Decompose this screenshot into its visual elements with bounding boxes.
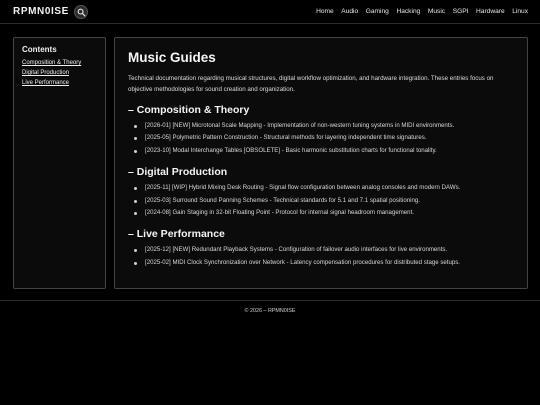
bullet-icon [134, 149, 137, 153]
nav-link-gaming[interactable]: Gaming [366, 7, 389, 17]
section-title-composition-theory: – Composition & Theory [128, 104, 250, 116]
search-icon[interactable] [73, 5, 88, 19]
bullet-icon [134, 137, 137, 141]
bullet-icon [134, 212, 137, 216]
sidebar-heading: Contents [22, 45, 57, 54]
entry-text: [2023-10] Modal Interchange Tables [OBSO… [145, 146, 437, 154]
list-item[interactable]: [2023-10] Modal Interchange Tables [OBSO… [128, 145, 514, 157]
entry-text: [2025-03] Surround Sound Panning Schemes… [145, 196, 420, 204]
nav-link-music[interactable]: Music [428, 7, 445, 17]
list-item[interactable]: [2025-05] Polymetric Pattern Constructio… [128, 132, 514, 144]
main-content: Music Guides Technical documentation reg… [114, 37, 528, 289]
entry-text: [2025-12] [NEW] Redundant Playback Syste… [145, 246, 448, 254]
bullet-icon [134, 199, 137, 203]
list-item[interactable]: [2025-03] Surround Sound Panning Schemes… [128, 195, 514, 207]
main-nav: Home Audio Gaming Hacking Music SGPI Har… [309, 7, 528, 17]
list-item[interactable]: [2025-11] [WIP] Hybrid Mixing Desk Routi… [128, 182, 514, 194]
list-item[interactable]: [2024-08] Gain Staging in 32-bit Floatin… [128, 207, 514, 219]
entry-text: [2025-02] MIDI Clock Synchronization ove… [145, 258, 461, 266]
nav-link-audio[interactable]: Audio [341, 7, 358, 17]
intro-paragraph: Technical documentation regarding musica… [128, 75, 494, 93]
section-title-digital-production: – Digital Production [128, 166, 228, 179]
contents-sidebar: Contents Composition & Theory Digital Pr… [13, 37, 106, 289]
bullet-icon [134, 261, 137, 265]
sidebar-link-digital-production[interactable]: Digital Production [22, 68, 97, 78]
footer-divider [0, 300, 540, 301]
bullet-icon [134, 125, 137, 128]
entry-text: [2024-08] Gain Staging in 32-bit Floatin… [145, 209, 414, 217]
nav-link-sgpi[interactable]: SGPI [453, 7, 469, 17]
list-item[interactable]: [2026-01] [NEW] Microtonal Scale Mapping… [128, 120, 514, 132]
sidebar-link-composition-theory[interactable]: Composition & Theory [22, 58, 97, 68]
nav-link-hardware[interactable]: Hardware [476, 7, 505, 17]
footer-copyright: © 2026 – RPMN0ISE [244, 308, 296, 314]
list-item[interactable]: [2025-12] [NEW] Redundant Playback Syste… [128, 244, 514, 256]
nav-link-linux[interactable]: Linux [512, 7, 528, 17]
entry-text: [2026-01] [NEW] Microtonal Scale Mapping… [145, 122, 455, 129]
entry-text: [2025-05] Polymetric Pattern Constructio… [145, 134, 427, 142]
top-navigation-bar: RPMN0ISE Home Audio Gaming Hacking Music… [0, 0, 540, 24]
section-title-live-performance: – Live Performance [128, 228, 225, 241]
sidebar-link-live-performance[interactable]: Live Performance [22, 78, 97, 88]
bullet-icon [134, 249, 137, 253]
page-title: Music Guides [128, 50, 216, 65]
nav-link-home[interactable]: Home [316, 7, 334, 17]
bullet-icon [134, 187, 137, 191]
site-title[interactable]: RPMN0ISE [13, 4, 69, 20]
list-item[interactable]: [2025-02] MIDI Clock Synchronization ove… [128, 257, 514, 269]
brand[interactable]: RPMN0ISE [13, 4, 88, 20]
nav-link-hacking[interactable]: Hacking [396, 7, 420, 17]
entry-text: [2025-11] [WIP] Hybrid Mixing Desk Routi… [145, 184, 461, 192]
